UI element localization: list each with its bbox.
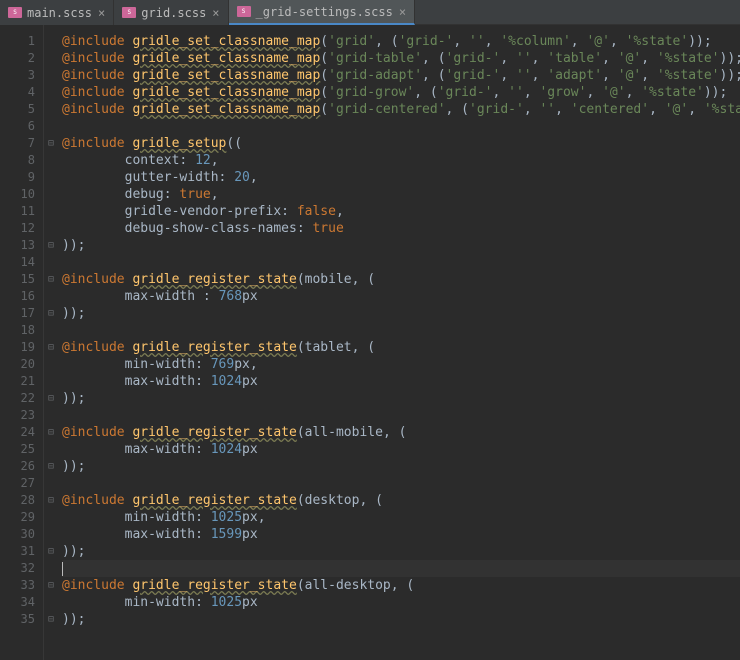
tab-label: main.scss — [27, 6, 92, 20]
tab-grid-scss[interactable]: S grid.scss × — [114, 0, 228, 25]
tab-label: _grid-settings.scss — [256, 5, 393, 19]
line-gutter: 1234567891011121314151617181920212223242… — [0, 25, 44, 660]
close-icon[interactable]: × — [98, 6, 105, 20]
code-area[interactable]: @include gridle_set_classname_map('grid'… — [58, 25, 740, 660]
sass-icon: S — [122, 7, 136, 18]
close-icon[interactable]: × — [212, 6, 219, 20]
sass-icon: S — [237, 6, 251, 17]
tab-label: grid.scss — [141, 6, 206, 20]
sass-icon: S — [8, 7, 22, 18]
tab-grid-settings-scss[interactable]: S _grid-settings.scss × — [229, 0, 416, 25]
editor: 1234567891011121314151617181920212223242… — [0, 25, 740, 660]
tab-bar: S main.scss × S grid.scss × S _grid-sett… — [0, 0, 740, 25]
close-icon[interactable]: × — [399, 5, 406, 19]
tab-main-scss[interactable]: S main.scss × — [0, 0, 114, 25]
fold-column[interactable]: ⊟⊟⊟⊟⊟⊟⊟⊟⊟⊟⊟⊟ — [44, 25, 58, 660]
